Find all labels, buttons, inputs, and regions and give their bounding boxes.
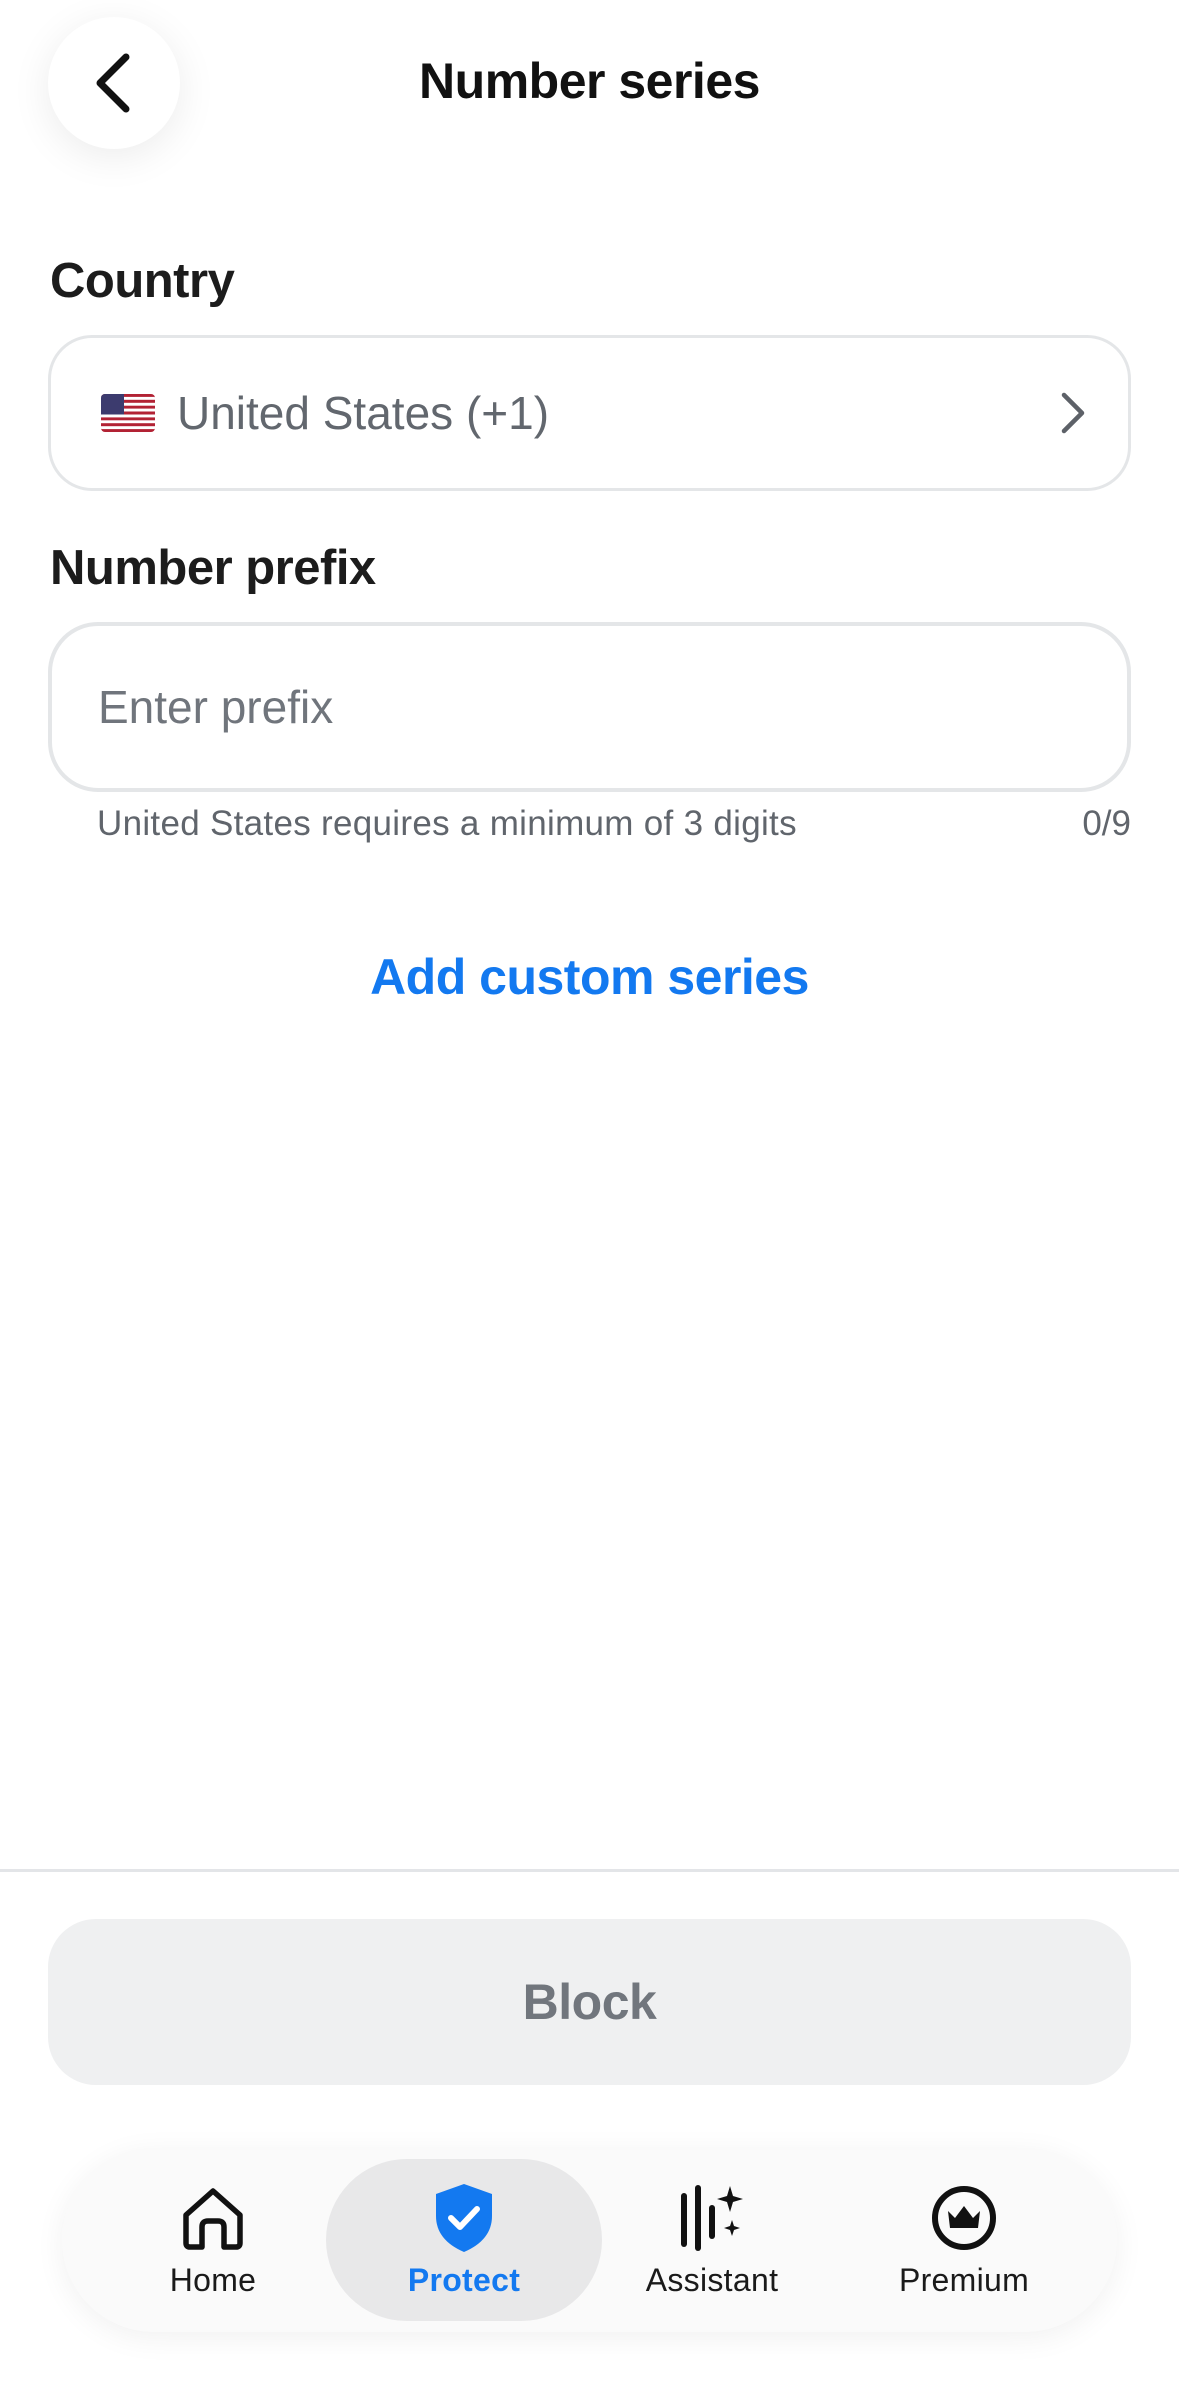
number-series-screen: Number series Country United States (+1)… — [0, 0, 1179, 2396]
us-flag-icon — [101, 394, 155, 432]
assistant-sparkle-icon — [676, 2182, 748, 2254]
country-label: Country — [50, 254, 235, 308]
add-custom-series-link[interactable]: Add custom series — [0, 948, 1179, 1006]
nav-item-premium[interactable]: Premium — [826, 2159, 1102, 2321]
nav-label-premium: Premium — [898, 2261, 1030, 2298]
crown-icon — [928, 2182, 1000, 2254]
page-title: Number series — [419, 53, 760, 109]
nav-item-assistant[interactable]: Assistant — [574, 2159, 850, 2321]
prefix-char-counter: 0/9 — [1082, 804, 1131, 843]
country-selector[interactable]: United States (+1) — [48, 335, 1131, 491]
shield-check-icon — [428, 2182, 500, 2254]
home-icon — [177, 2182, 249, 2254]
chevron-right-icon — [1061, 392, 1085, 434]
prefix-input[interactable] — [48, 622, 1131, 792]
nav-item-protect[interactable]: Protect — [326, 2159, 602, 2321]
footer-divider — [0, 1869, 1179, 1872]
nav-label-home: Home — [169, 2261, 257, 2298]
block-button[interactable]: Block — [48, 1919, 1131, 2085]
bottom-nav: Home Protect Assistant Premium — [62, 2148, 1117, 2332]
nav-label-assistant: Assistant — [645, 2261, 779, 2298]
nav-item-home[interactable]: Home — [75, 2159, 351, 2321]
nav-label-protect: Protect — [407, 2261, 521, 2298]
country-value: United States (+1) — [177, 387, 550, 439]
prefix-hint: United States requires a minimum of 3 di… — [97, 804, 797, 843]
number-prefix-label: Number prefix — [50, 541, 376, 595]
